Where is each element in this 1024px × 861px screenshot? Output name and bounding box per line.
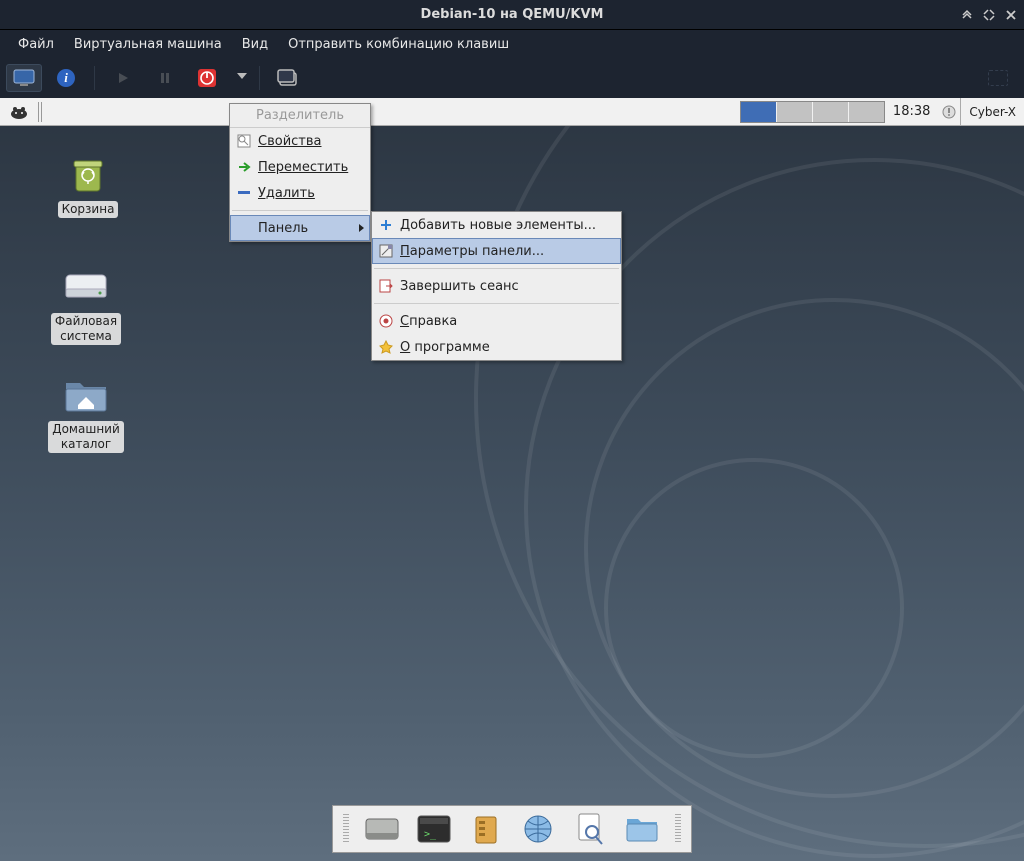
menu-panel-label: Панель (258, 221, 308, 236)
help-icon (378, 313, 394, 329)
about-icon (378, 339, 394, 355)
play-button[interactable] (105, 64, 141, 92)
submenu-about[interactable]: О программе (372, 334, 621, 360)
desktop-icon-home-label-1: Домашний (52, 422, 120, 436)
properties-icon (236, 133, 252, 149)
menu-view[interactable]: Вид (232, 33, 278, 56)
launcher-show-desktop[interactable] (361, 808, 403, 850)
home-folder-icon (62, 373, 110, 417)
minimize-icon[interactable] (960, 8, 974, 22)
notification-icon[interactable] (938, 101, 960, 123)
submenu-logout-label: Завершить сеанс (400, 279, 519, 294)
desktop-icon-filesystem-label-2: система (60, 329, 112, 343)
desktop-icon-home-label-2: каталог (61, 437, 111, 451)
bottom-panel-handle-left[interactable] (343, 814, 349, 844)
desktop-icon-trash[interactable]: Корзина (40, 153, 136, 218)
trash-icon (64, 153, 112, 197)
user-menu[interactable]: Cyber-X (960, 98, 1024, 125)
power-menu-dropdown[interactable] (231, 64, 249, 92)
power-button[interactable] (189, 64, 225, 92)
menu-properties-label: Свойства (258, 134, 322, 149)
launcher-web-browser[interactable] (517, 808, 559, 850)
launcher-search[interactable] (569, 808, 611, 850)
menu-move-label: Переместить (258, 160, 348, 175)
bottom-panel-handle-right[interactable] (675, 814, 681, 844)
panel-clock[interactable]: 18:38 (885, 104, 938, 119)
context-menu-title: Разделитель (230, 104, 370, 128)
guest-display[interactable]: 18:38 Cyber-X Разделитель Свойства Перем… (0, 98, 1024, 861)
drive-icon (62, 265, 110, 309)
preferences-icon (378, 243, 394, 259)
workspace-4[interactable] (849, 102, 884, 122)
submenu-prefs-label: араметры панели... (410, 244, 544, 259)
launcher-folder[interactable] (621, 808, 663, 850)
info-button[interactable]: i (48, 64, 84, 92)
xfce-bottom-panel: >_ (332, 805, 692, 853)
console-button[interactable] (6, 64, 42, 92)
fullscreen-button[interactable] (988, 70, 1008, 86)
close-icon[interactable] (1004, 8, 1018, 22)
workspace-switcher[interactable] (740, 101, 885, 123)
menu-sendkey[interactable]: Отправить комбинацию клавиш (278, 33, 519, 56)
workspace-3[interactable] (813, 102, 848, 122)
menubar: Файл Виртуальная машина Вид Отправить ко… (0, 30, 1024, 58)
remove-icon (236, 185, 252, 201)
submenu-help[interactable]: Справка (372, 308, 621, 334)
svg-text:i: i (64, 70, 68, 85)
menu-separator (232, 210, 368, 211)
menu-panel[interactable]: Панель (230, 215, 370, 241)
user-label: Cyber-X (969, 105, 1016, 119)
menu-remove-label: Удалить (258, 186, 315, 201)
menu-remove[interactable]: Удалить (230, 180, 370, 206)
submenu-arrow-icon (359, 224, 364, 232)
applications-menu-button[interactable] (0, 98, 38, 125)
workspace-1[interactable] (741, 102, 776, 122)
launcher-file-manager[interactable] (465, 808, 507, 850)
panel-separator-handle[interactable] (38, 102, 44, 122)
submenu-panel-preferences[interactable]: Параметры панели... (372, 238, 621, 264)
pause-button[interactable] (147, 64, 183, 92)
desktop-icon-trash-label: Корзина (58, 201, 119, 218)
menu-move[interactable]: Переместить (230, 154, 370, 180)
menu-properties[interactable]: Свойства (230, 128, 370, 154)
menu-file[interactable]: Файл (8, 33, 64, 56)
titlebar: Debian-10 на QEMU/KVM (0, 0, 1024, 30)
toolbar: i (0, 58, 1024, 98)
window-title: Debian-10 на QEMU/KVM (421, 7, 604, 22)
desktop-icon-filesystem[interactable]: Файловаясистема (38, 265, 134, 345)
submenu-logout[interactable]: Завершить сеанс (372, 273, 621, 299)
xfce-top-panel: 18:38 Cyber-X (0, 98, 1024, 126)
logout-icon (378, 278, 394, 294)
context-menu-separator: Разделитель Свойства Переместить Удалить… (229, 103, 371, 242)
screenshot-button[interactable] (270, 64, 306, 92)
submenu-separator-1 (374, 268, 619, 269)
submenu-add-items-label: обавить новые элементы... (410, 218, 596, 233)
svg-text:>_: >_ (424, 829, 437, 840)
panel-submenu: Добавить новые элементы... Параметры пан… (371, 211, 622, 361)
submenu-about-label: программе (410, 340, 490, 355)
plus-icon (378, 217, 394, 233)
launcher-terminal[interactable]: >_ (413, 808, 455, 850)
maximize-icon[interactable] (982, 8, 996, 22)
menu-vm[interactable]: Виртуальная машина (64, 33, 232, 56)
desktop-icon-filesystem-label-1: Файловая (55, 314, 117, 328)
desktop-icon-home[interactable]: Домашнийкаталог (38, 373, 134, 453)
submenu-separator-2 (374, 303, 619, 304)
workspace-2[interactable] (777, 102, 812, 122)
submenu-add-items[interactable]: Добавить новые элементы... (372, 212, 621, 238)
move-icon (236, 159, 252, 175)
submenu-help-label: правка (409, 314, 457, 329)
